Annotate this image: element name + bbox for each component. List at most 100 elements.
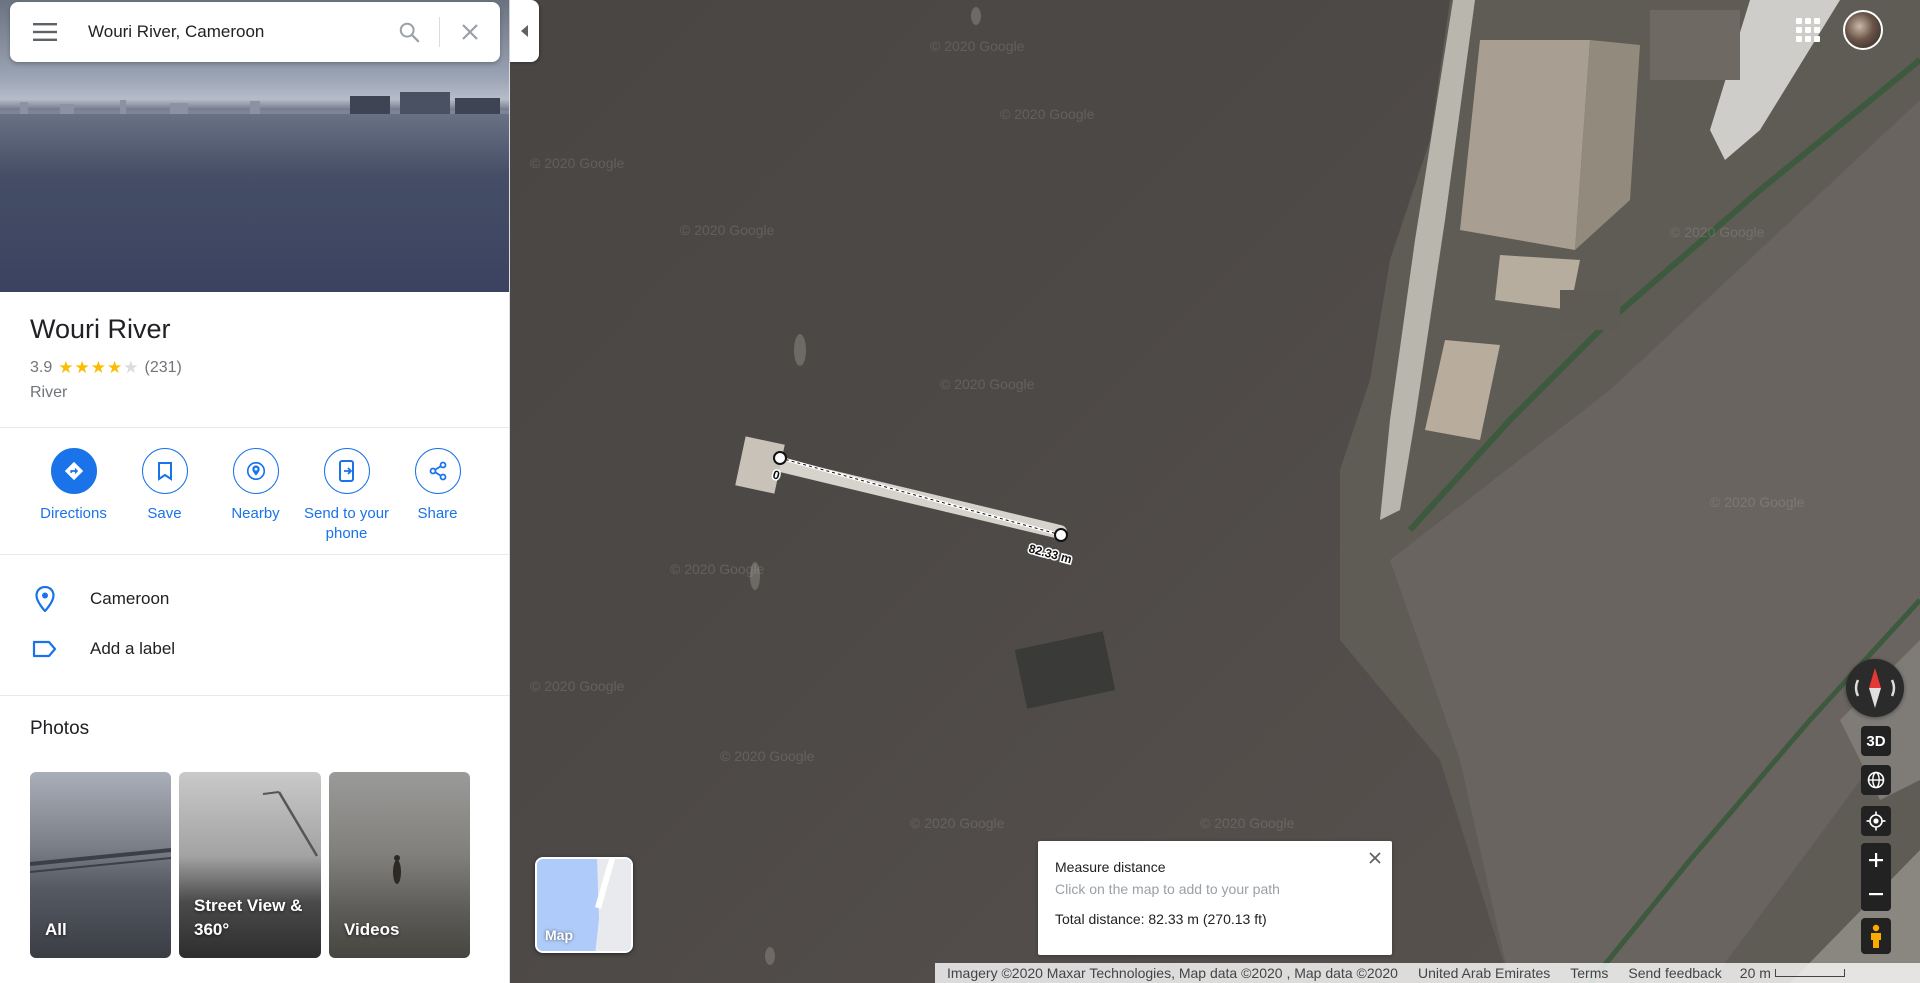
action-label: Share [417, 505, 458, 522]
apps-dot [1805, 36, 1811, 42]
photo-street-view[interactable]: Street View & 360° [179, 772, 321, 958]
directions-circle [50, 448, 97, 494]
map-toggle-label: Map [545, 927, 573, 943]
photo-label: Street View & 360° [194, 896, 303, 939]
star-filled-icon: ★ [107, 358, 123, 377]
location-row[interactable]: Cameroon [30, 584, 169, 614]
zoom-in-button[interactable] [1861, 843, 1891, 877]
action-bar: Directions Save Nearby Send to your phon… [28, 448, 483, 544]
yard-2 [1560, 290, 1620, 330]
place-panel: Wouri River 3.9 ★★★★★ (231) River Direct… [0, 0, 510, 983]
divider [0, 427, 509, 428]
star-filled-icon: ★ [74, 358, 90, 377]
menu-button[interactable] [10, 2, 80, 62]
search-button[interactable] [379, 2, 439, 62]
photos-heading: Photos [30, 718, 90, 739]
terms-link[interactable]: Terms [1570, 965, 1608, 981]
location-pin-icon [30, 584, 60, 614]
measure-path-inner [779, 457, 1062, 536]
label-icon [30, 634, 60, 664]
save-circle [141, 448, 188, 494]
rating-stars: ★ ★ ★ ★ ★ [58, 358, 138, 378]
nearby-icon [246, 461, 265, 481]
send-to-phone-circle [323, 448, 370, 494]
scale-label: 20 m [1739, 965, 1771, 981]
apps-dot [1814, 36, 1820, 42]
pegman-button[interactable] [1861, 918, 1891, 954]
compass-button[interactable] [1846, 659, 1904, 717]
action-label: Directions [40, 505, 107, 522]
minus-icon [1869, 893, 1883, 896]
action-label: Nearby [231, 505, 280, 522]
account-avatar[interactable] [1843, 10, 1883, 50]
zoom-out-button[interactable] [1861, 877, 1891, 911]
divider [0, 695, 509, 696]
place-type[interactable]: River [30, 384, 67, 402]
star-filled-icon: ★ [90, 358, 106, 377]
place-title: Wouri River [30, 314, 171, 344]
boat-3 [971, 7, 981, 25]
clear-search-button[interactable] [440, 2, 500, 62]
collapse-panel-button[interactable] [510, 0, 539, 62]
bookmark-icon [157, 462, 172, 481]
location-text: Cameroon [90, 589, 170, 608]
photo-videos[interactable]: Videos [329, 772, 470, 958]
tilt-3d-button[interactable]: 3D [1861, 726, 1891, 756]
compass-icon [1855, 668, 1895, 708]
search-input[interactable] [80, 12, 379, 52]
zoom-controls [1861, 843, 1891, 911]
measure-start-point[interactable] [773, 451, 787, 465]
directions-button[interactable]: Directions [28, 448, 119, 544]
share-button[interactable]: Share [392, 448, 483, 544]
hamburger-icon [33, 23, 57, 41]
scale-bar [1774, 969, 1845, 977]
my-location-button[interactable] [1861, 806, 1891, 836]
apps-dot [1796, 18, 1802, 24]
yard-1 [1650, 10, 1740, 80]
map-scale[interactable]: 20 m [1740, 965, 1845, 981]
action-label: Send to your phone [303, 505, 390, 542]
satellite-map[interactable]: 0 82.33 m © 2020 Google © 2020 Google © … [510, 0, 1920, 983]
add-label-row[interactable]: Add a label [30, 634, 175, 664]
share-icon [429, 461, 446, 481]
map-layer-toggle[interactable]: Map [535, 857, 633, 953]
measure-end-point[interactable] [1054, 528, 1068, 542]
boat-1 [794, 334, 806, 366]
photo-all[interactable]: All [30, 772, 171, 958]
photo-label: All [45, 920, 67, 939]
close-icon [1369, 852, 1381, 864]
my-location-icon [1866, 811, 1886, 831]
barge [1014, 631, 1116, 709]
skyline [0, 92, 509, 114]
review-count[interactable]: (231) [145, 359, 182, 377]
attribution-bar: Imagery ©2020 Maxar Technologies, Map da… [935, 963, 1920, 983]
measure-total: Total distance: 82.33 m (270.13 ft) [1055, 911, 1267, 927]
send-feedback-link[interactable]: Send feedback [1628, 965, 1721, 981]
region-link[interactable]: United Arab Emirates [1418, 965, 1550, 981]
search-box [10, 2, 500, 62]
send-to-phone-button[interactable]: Send to your phone [301, 448, 392, 544]
plus-icon [1869, 853, 1883, 867]
apps-dot [1814, 27, 1820, 33]
rating-value: 3.9 [30, 359, 53, 376]
send-to-phone-icon [338, 460, 354, 482]
boat-2 [750, 562, 760, 590]
save-button[interactable]: Save [119, 448, 210, 544]
imagery-credit: Imagery ©2020 Maxar Technologies, Map da… [947, 965, 1398, 981]
divider [0, 554, 509, 555]
search-icon [399, 22, 420, 43]
apps-button[interactable] [1794, 16, 1822, 44]
apps-dot [1805, 27, 1811, 33]
measure-end-label: 82.33 m [1027, 541, 1073, 566]
measure-close-button[interactable] [1366, 849, 1384, 867]
directions-icon [64, 461, 83, 481]
photo-label: Videos [344, 920, 400, 939]
add-label-text: Add a label [90, 639, 176, 658]
nearby-button[interactable]: Nearby [210, 448, 301, 544]
rating-row[interactable]: 3.9 ★ ★ ★ ★ ★ (231) [30, 358, 182, 378]
close-icon [462, 24, 478, 40]
globe-view-button[interactable] [1861, 765, 1891, 795]
action-label: Save [147, 505, 182, 522]
measure-hint: Click on the map to add to your path [1055, 881, 1280, 897]
pegman-icon [1871, 924, 1881, 948]
